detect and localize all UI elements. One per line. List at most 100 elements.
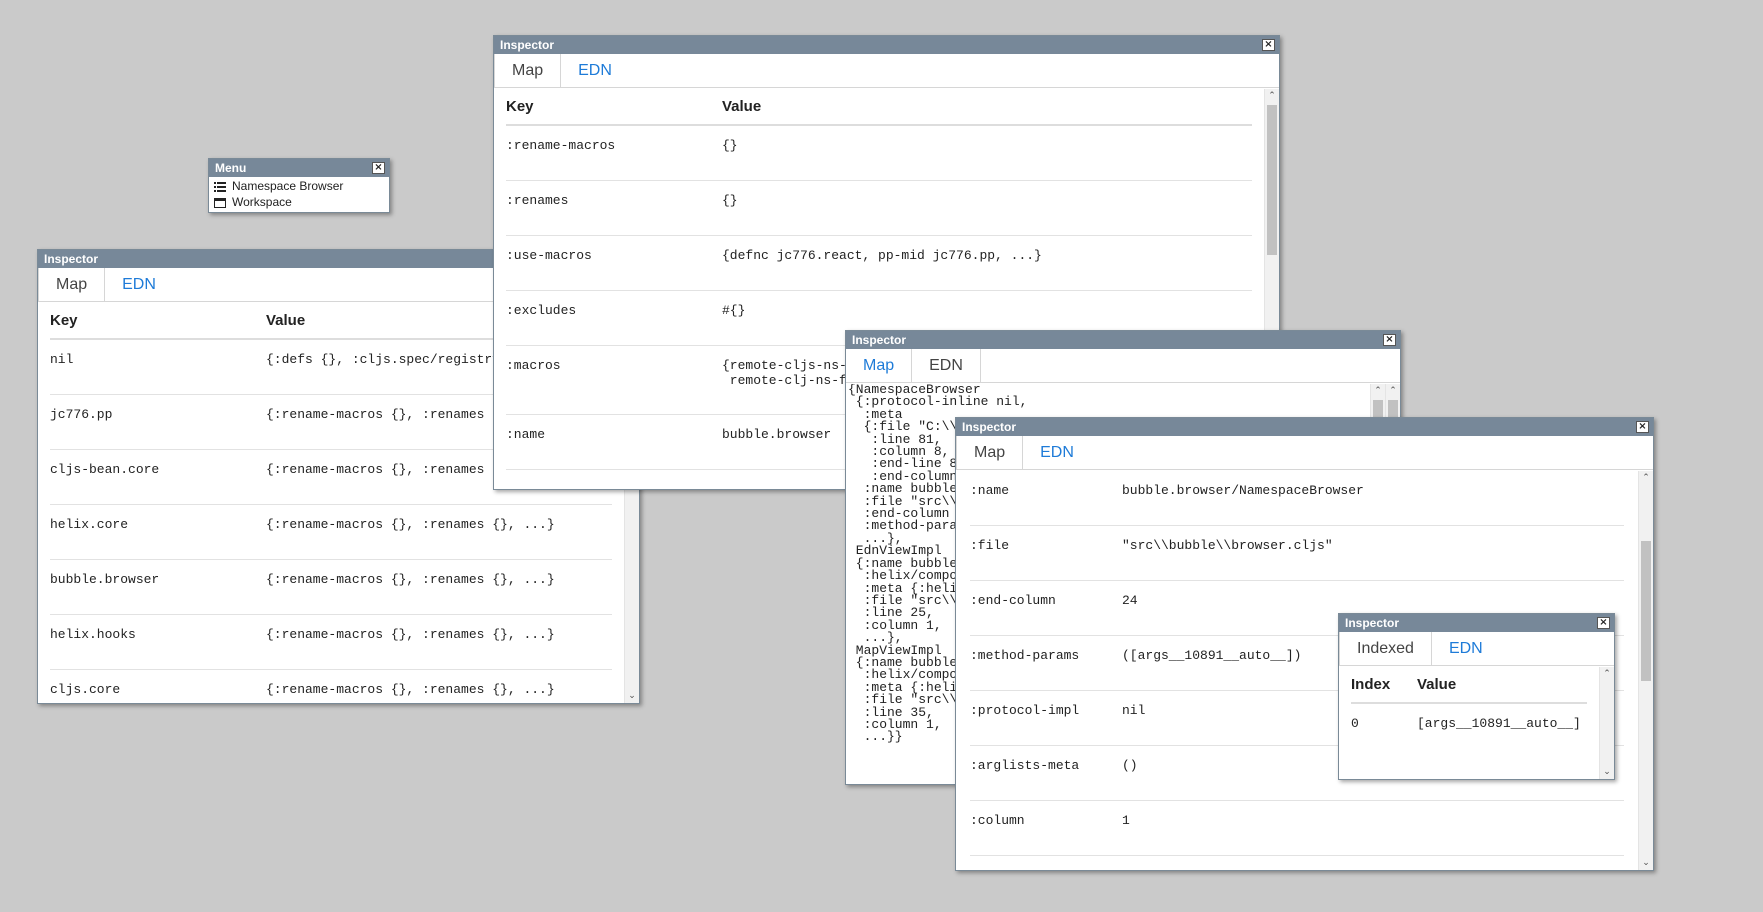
row-value[interactable]: ([args__10891__auto__]) [1122,648,1301,663]
row-key: :end-column [970,593,1056,608]
menu-item-namespace-browser[interactable]: Namespace Browser [209,178,389,194]
tab-bar: Map EDN [956,436,1653,470]
row-value[interactable]: () [1122,758,1138,773]
tab-edn[interactable]: EDN [911,349,981,382]
menu-window: Menu × Namespace Browser Workspace [208,158,390,213]
row-value[interactable]: {} [722,193,738,208]
row-value[interactable]: {:rename-macros {}, :renames {}, ...} [266,627,555,642]
inspector-title: Inspector [852,333,907,347]
menu-item-label: Workspace [232,195,292,209]
row-key: :protocol-impl [970,703,1080,718]
menu-titlebar[interactable]: Menu × [209,159,389,177]
row-key: helix.hooks [50,627,136,642]
row-key: :macros [506,358,561,373]
row-key: :arglists-meta [970,758,1080,773]
row-value[interactable]: {defnc jc776.react, pp-mid jc776.pp, ...… [722,248,1042,263]
row-key: :rename-macros [506,138,616,153]
tab-edn[interactable]: EDN [561,54,629,87]
row-key: :method-params [970,648,1080,663]
inspector-titlebar[interactable]: Inspector × [846,331,1400,349]
scroll-up-icon[interactable]: ⌃ [1386,384,1400,398]
tab-map[interactable]: Map [846,349,911,382]
row-key: :name [970,483,1010,498]
table-row[interactable]: :name bubble.browser/NamespaceBrowser [970,471,1624,526]
row-key: :use-macros [506,248,592,263]
table-row[interactable]: cljs.core {:rename-macros {}, :renames {… [50,670,612,703]
tab-map[interactable]: Map [956,436,1024,469]
table-header: Key Value [506,89,1252,126]
row-value[interactable]: {:rename-macros {}, :renames {}, ...} [266,682,555,697]
header-value: Value [722,98,762,115]
table-row[interactable]: 0 [args__10891__auto__] [1351,704,1587,746]
row-value[interactable]: nil [1122,703,1145,718]
close-icon[interactable]: × [1636,421,1649,433]
table-row[interactable]: :renames {} [506,181,1252,236]
tab-edn[interactable]: EDN [1023,436,1091,469]
table-row[interactable]: :rename-macros {} [506,126,1252,181]
row-key: :name [506,427,546,442]
close-icon[interactable]: × [1262,39,1275,51]
header-key: Key [506,98,534,115]
row-key: :column [970,813,1025,828]
row-key: jc776.pp [50,407,113,422]
table-row[interactable]: helix.hooks {:rename-macros {}, :renames… [50,615,612,670]
table-row[interactable]: :column 1 [970,801,1624,856]
inspector-titlebar[interactable]: Inspector × [956,418,1653,436]
row-value[interactable]: {:rename-macros {}, :renames {}, ...} [266,572,555,587]
row-key: nil [50,352,74,367]
scroll-thumb[interactable] [1267,105,1277,255]
header-value: Value [266,312,306,329]
row-value[interactable]: {:rename-macros {}, :renames {}, ...} [266,517,555,532]
scroll-down-icon[interactable]: ⌄ [1639,856,1653,870]
inspector-titlebar[interactable]: Inspector × [494,36,1279,54]
header-key: Key [50,312,78,329]
table-row[interactable]: bubble.browser {:rename-macros {}, :rena… [50,560,612,615]
table-row[interactable]: :use-macros {defnc jc776.react, pp-mid j… [506,236,1252,291]
scroll-up-icon[interactable]: ⌃ [1639,471,1653,485]
scroll-up-icon[interactable]: ⌃ [1600,667,1614,681]
scroll-down-icon[interactable]: ⌄ [625,689,639,703]
close-icon[interactable]: × [1597,617,1610,629]
scroll-up-icon[interactable]: ⌃ [1265,89,1279,103]
row-key: :excludes [506,303,577,318]
row-value[interactable]: 1 [1122,813,1130,828]
scroll-thumb[interactable] [1641,541,1651,681]
vertical-scrollbar[interactable]: ⌃ ⌄ [1599,667,1614,779]
scroll-down-icon[interactable]: ⌄ [1600,765,1614,779]
row-key: cljs-bean.core [50,462,160,477]
row-key: bubble.browser [50,572,160,587]
row-value[interactable]: "src\\bubble\\browser.cljs" [1122,538,1333,553]
inspector-title: Inspector [1345,616,1400,630]
row-value[interactable]: #{} [722,303,745,318]
row-key: cljs.core [50,682,121,697]
row-value[interactable]: {} [722,138,738,153]
close-icon[interactable]: × [1383,334,1396,346]
tab-edn[interactable]: EDN [105,268,173,301]
row-value[interactable]: bubble.browser/NamespaceBrowser [1122,483,1364,498]
table-row[interactable]: :file "src\\bubble\\browser.cljs" [970,526,1624,581]
row-index: 0 [1351,716,1359,731]
menu-item-label: Namespace Browser [232,179,344,193]
row-key: :renames [506,193,569,208]
row-value[interactable]: bubble.browser [722,427,831,442]
close-icon[interactable]: × [372,162,385,174]
scroll-up-icon[interactable]: ⌃ [1371,384,1385,398]
row-value[interactable]: [args__10891__auto__] [1417,716,1581,731]
window-icon [214,197,226,208]
inspector-title: Inspector [962,420,1017,434]
tab-map[interactable]: Map [38,268,106,301]
tab-bar: Indexed EDN [1339,632,1614,666]
tab-map[interactable]: Map [494,54,562,87]
row-value[interactable]: 24 [1122,593,1138,608]
inspector-window-indexed: Inspector × Indexed EDN Index Value 0 [a… [1338,613,1615,780]
tab-edn[interactable]: EDN [1432,632,1500,665]
vertical-scrollbar[interactable]: ⌃ ⌄ [1638,471,1653,870]
table-row[interactable]: helix.core {:rename-macros {}, :renames … [50,505,612,560]
tab-bar: Map EDN [846,349,1400,383]
list-icon [214,181,226,192]
tab-bar: Map EDN [494,54,1279,88]
inspector-titlebar[interactable]: Inspector × [1339,614,1614,632]
menu-item-workspace[interactable]: Workspace [209,194,389,210]
inspector-title: Inspector [44,252,99,266]
tab-indexed[interactable]: Indexed [1339,632,1432,665]
